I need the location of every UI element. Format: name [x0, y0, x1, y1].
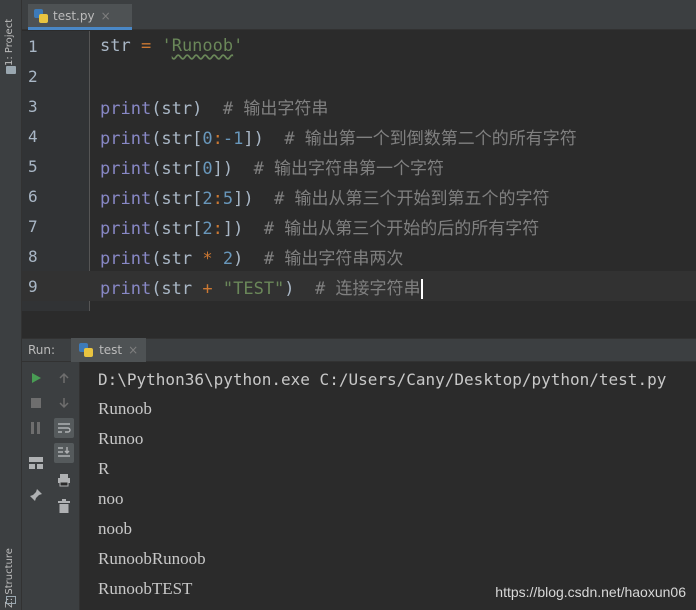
code-line: 2 [22, 61, 696, 91]
line-number: 9 [28, 276, 38, 296]
code-line: 7 print(str[2:]) # 输出从第三个开始的后的所有字符 [22, 211, 696, 241]
code-line: 6 print(str[2:5]) # 输出从第三个开始到第五个的字符 [22, 181, 696, 211]
console-output-line: RunoobRunoob [98, 549, 206, 568]
code-text: print(str[0:-1]) # 输出第一个到倒数第二个的所有字符 [100, 128, 577, 149]
console-output-line: R [98, 459, 110, 478]
scroll-down-icon[interactable] [54, 393, 74, 413]
run-console[interactable]: D:\Python36\python.exe C:/Users/Cany/Des… [80, 362, 696, 610]
project-tool-label: 1: Project [4, 18, 15, 66]
print-icon[interactable] [54, 470, 74, 490]
run-panel-label: Run: [28, 343, 56, 357]
soft-wrap-icon[interactable] [54, 418, 74, 438]
layout-icon[interactable] [26, 453, 46, 473]
left-tool-strip: 1: Project Z: Structure [0, 0, 22, 610]
scroll-to-end-icon[interactable] [54, 443, 74, 463]
python-file-icon [34, 8, 48, 23]
code-line: 4 print(str[0:-1]) # 输出第一个到倒数第二个的所有字符 [22, 121, 696, 151]
code-text: print(str) # 输出字符串 [100, 98, 329, 119]
watermark-text: https://blog.csdn.net/haoxun06 [495, 584, 686, 600]
console-output-line: RunoobTEST [98, 579, 193, 598]
python-run-icon [79, 343, 94, 357]
console-output-line: noob [98, 519, 132, 538]
editor-tab-test-py[interactable]: test.py × [28, 4, 132, 30]
run-toolbar [22, 362, 80, 610]
code-text: print(str + "TEST") # 连接字符串 [100, 278, 423, 299]
editor-tab-bar: test.py × [22, 0, 696, 30]
code-editor[interactable]: 1 str = 'Runoob' 2 3 print(str) # 输出字符串 … [22, 31, 696, 311]
rerun-icon[interactable] [26, 368, 46, 388]
text-caret [420, 278, 423, 299]
line-number: 1 [28, 36, 38, 56]
line-number: 5 [28, 156, 38, 176]
code-text: print(str[2:]) # 输出从第三个开始的后的所有字符 [100, 218, 540, 239]
line-number: 7 [28, 216, 38, 236]
line-number: 4 [28, 126, 38, 146]
code-line: 8 print(str * 2) # 输出字符串两次 [22, 241, 696, 271]
line-number: 6 [28, 186, 38, 206]
pause-icon[interactable] [26, 418, 46, 438]
project-folder-icon [6, 66, 16, 74]
code-line: 3 print(str) # 输出字符串 [22, 91, 696, 121]
code-line: 1 str = 'Runoob' [22, 31, 696, 61]
line-number: 8 [28, 246, 38, 266]
console-output-line: Runoo [98, 429, 144, 448]
console-output-line: Runoob [98, 399, 152, 418]
run-tab-test[interactable]: test × [71, 338, 147, 362]
scroll-up-icon[interactable] [54, 368, 74, 388]
trash-icon[interactable] [54, 496, 74, 516]
console-output-line: noo [98, 489, 124, 508]
line-number: 3 [28, 96, 38, 116]
line-number: 2 [28, 66, 38, 86]
pin-icon[interactable] [26, 485, 46, 505]
console-command-line: D:\Python36\python.exe C:/Users/Cany/Des… [98, 369, 667, 389]
code-text: str = 'Runoob' [100, 36, 244, 56]
close-run-tab-icon[interactable]: × [128, 343, 138, 357]
code-line-current: 9 print(str + "TEST") # 连接字符串 [22, 271, 696, 301]
code-text: print(str[2:5]) # 输出从第三个开始到第五个的字符 [100, 188, 550, 209]
structure-icon [6, 596, 16, 604]
run-tab-label: test [99, 343, 123, 357]
editor-tab-label: test.py [53, 8, 95, 23]
code-text: print(str * 2) # 输出字符串两次 [100, 248, 404, 269]
code-text: print(str[0]) # 输出字符串第一个字符 [100, 158, 445, 179]
run-panel-header: Run: test × [22, 338, 696, 362]
stop-icon[interactable] [26, 393, 46, 413]
code-line: 5 print(str[0]) # 输出字符串第一个字符 [22, 151, 696, 181]
close-tab-icon[interactable]: × [101, 9, 111, 23]
